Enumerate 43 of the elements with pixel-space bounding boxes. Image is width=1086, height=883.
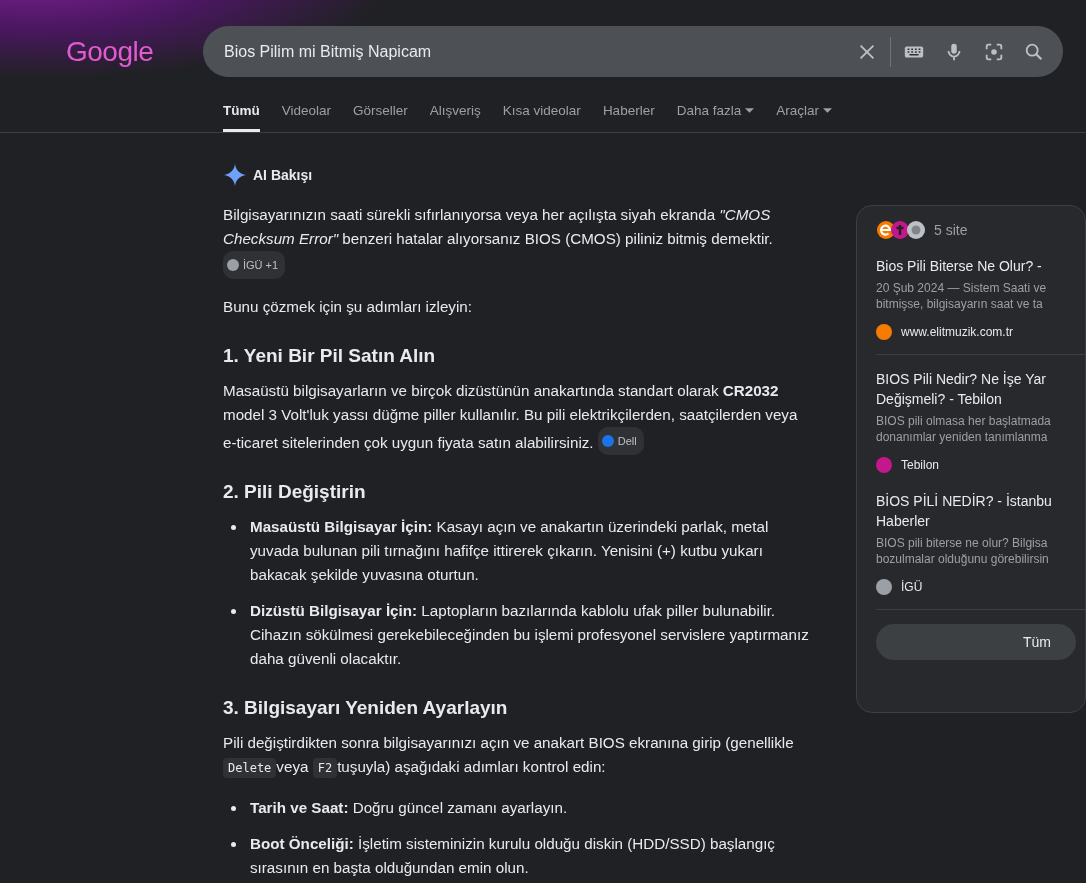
source-chip[interactable]: İGÜ +1: [223, 251, 286, 279]
site-name[interactable]: Tebilon: [901, 458, 940, 472]
site-name[interactable]: www.elitmuzik.com.tr: [901, 325, 1013, 339]
google-logo[interactable]: Google: [66, 35, 159, 68]
source-title[interactable]: BİOS PİLİ NEDİR? - İstanbu Haberler: [876, 491, 1085, 531]
inline-code: Delete: [223, 758, 277, 778]
source-snippet: BIOS pili biterse ne olur? Bilgisa bozulmalar olduğunu görebilirsin: [876, 535, 1050, 567]
answer-paragraph: Masaüstü bilgisayarların ve birçok dizüstünün anakartında standart olarak CR2032 model 3 Volt'luk yassı düğme piller kullanılır. Bu pili elektrikçilerden, saatçilerden veya e-ticaret sitelerinden çok uygun fiyata satın alabilirsiniz. Dell: [223, 379, 809, 455]
nav-tab[interactable]: Haberler: [602, 101, 655, 132]
show-all-button[interactable]: Tüm: [876, 624, 1076, 660]
answer-paragraph: Pili değiştirdikten sonra bilgisayarınızı açın ve anakart BIOS ekranına girip (genellikle Delete veya F2 tuşuyla) aşağıdaki adımları kontrol edin:: [223, 731, 809, 780]
bullet-icon: [231, 806, 236, 811]
answer-paragraph: Bunu çözmek için şu adımları izleyin:: [223, 297, 473, 317]
source-snippet: 20 Şub 2024 — Sistem Saati ve bitmişse, bilgisayarın saat ve ta: [876, 280, 1048, 312]
site-logos-icon: [876, 220, 928, 240]
step-heading: 3. Bilgisayarı Yeniden Ayarlayın: [223, 696, 509, 720]
nav-tab[interactable]: Görseller: [353, 101, 408, 132]
bullet-icon: [231, 609, 236, 614]
list-item-text: Tarih ve Saat: Doğru güncel zamanı ayarlayın.: [250, 798, 568, 818]
inline-code: F2: [312, 758, 338, 778]
step-heading: 2. Pili Değiştirin: [223, 480, 367, 504]
nav-tab[interactable]: Daha fazla: [676, 101, 755, 132]
sparkle-icon: [223, 163, 247, 187]
source-count: 5 site: [934, 222, 968, 238]
section-title: AI Bakışı: [253, 167, 313, 183]
nav-tab[interactable]: Alışveriş: [429, 101, 481, 132]
answer-paragraph: Bilgisayarınızın saati sürekli sıfırlanıyorsa veya her açılışta siyah ekranda "CMOS Checksum Error" benzeri hatalar alıyorsanız BIOS (CMOS) piliniz bitmiş demektir. İGÜ +1: [223, 203, 809, 279]
source-title[interactable]: BIOS Pili Nedir? Ne İşe Yar Değişmeli? - Tebilon: [876, 369, 1085, 409]
search-field[interactable]: Bios Pilim mi Bitmiş Napicam: [203, 26, 1063, 77]
site-name[interactable]: İGÜ: [901, 580, 923, 594]
list-item-text: Boot Önceliği: İşletim sisteminizin kurulu olduğu diskin (HDD/SSD) başlangıç sırasının en başta olduğundan emin olun.: [250, 834, 776, 878]
step-heading: 1. Yeni Bir Pil Satın Alın: [223, 344, 437, 368]
nav-tab[interactable]: Tümü: [223, 101, 260, 132]
source-chip[interactable]: Dell: [597, 427, 644, 455]
list-item-text: Dizüstü Bilgisayar İçin: Laptopların bazılarında kablolu ufak piller bulunabilir. Cihazın sökülmesi gerekebileceğinden bu işlemi profesyonel servislere yaptırmanız daha güvenli olacaktır.: [250, 601, 809, 669]
nav-tab[interactable]: Videolar: [281, 101, 332, 132]
source-title[interactable]: Bios Pili Biterse Ne Olur? -: [876, 256, 1085, 276]
nav-tab[interactable]: Kısa videolar: [502, 101, 581, 132]
nav-tab[interactable]: Araçlar: [776, 101, 832, 132]
bullet-icon: [231, 842, 236, 847]
source-snippet: BIOS pili olmasa her başlatmada donanımlar yeniden tanımlanma: [876, 413, 1052, 445]
list-item-text: Masaüstü Bilgisayar İçin: Kasayı açın ve anakartın üzerindeki parlak, metal yuvada bulunan pili tırnağını hafifçe ittirerek çıkarın. Yenisini (+) kutbu yukarı bakacak şekilde yuvasına oturtun.: [250, 517, 770, 585]
bullet-icon: [231, 525, 236, 530]
